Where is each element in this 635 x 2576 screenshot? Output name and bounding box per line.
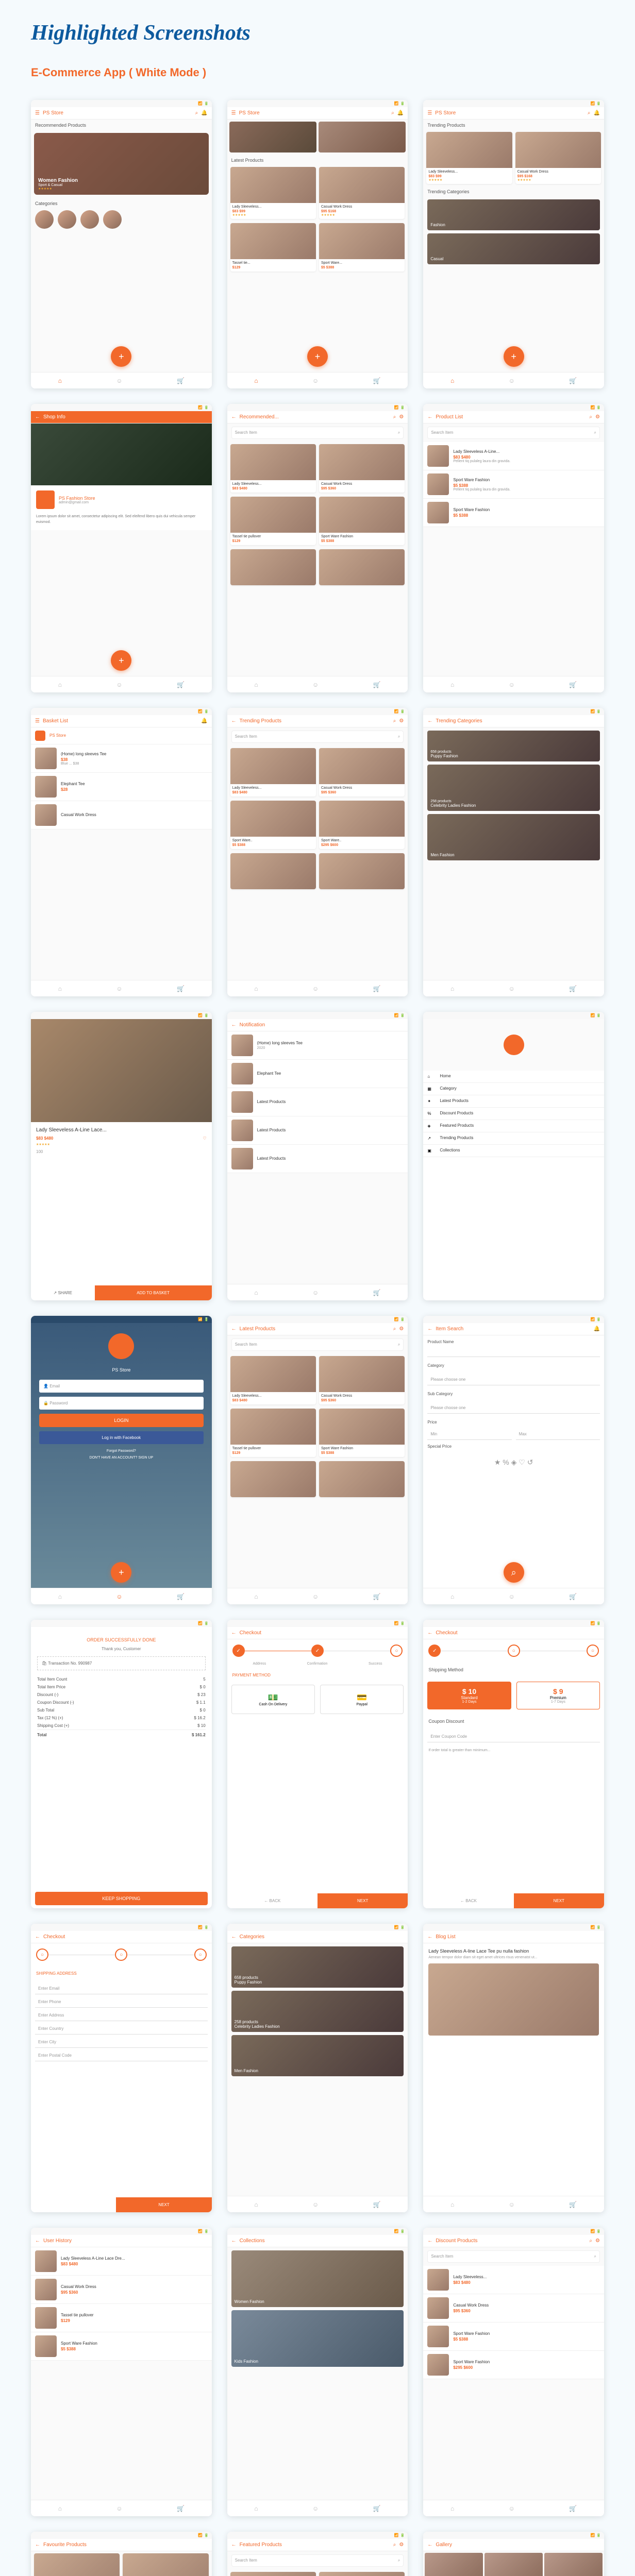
screen-trending: 📶🔋 ☰PS Store⌕🔔 Trending Products Lady Sl… (423, 100, 604, 388)
screen-latest: 📶🔋 ☰PS Store⌕🔔 Latest Products Lady Slee… (227, 100, 408, 388)
search-input[interactable]: Search Item⌕ (231, 427, 404, 439)
keep-shopping-button[interactable]: KEEP SHOPPING (35, 1892, 208, 1905)
app-bar: ☰ PS Store ⌕ 🔔 (31, 107, 212, 120)
menu-icon[interactable]: ☰ (35, 110, 40, 116)
fab[interactable]: + (111, 346, 131, 367)
screen-checkout-ship: 📶🔋 ←Checkout ✓○○ Shipping Method $ 10Sta… (423, 1620, 604, 1908)
search-icon[interactable]: ⌕ (195, 110, 198, 116)
nav-bar: ⌂☺🛒 (31, 372, 212, 388)
screen-collections: 📶🔋 ←Collections Women Fashion Kids Fashi… (227, 2228, 408, 2516)
screen-product-list: 📶🔋 ←Product List⌕⚙ Search Item⌕ Lady Sle… (423, 404, 604, 692)
email-field[interactable]: 👤 Email (39, 1380, 204, 1393)
screen-recommended: 📶🔋 ←Recommended...⌕⚙ Search Item⌕ Lady S… (227, 404, 408, 692)
screen-discount: 📶🔋 ←Discount Products⌕⚙ Search Item⌕ Lad… (423, 2228, 604, 2516)
fab[interactable]: + (307, 346, 328, 367)
screen-drawer: 📶🔋 ⌂Home ▦Category ✦Latest Products %Dis… (423, 1012, 604, 1300)
screen-history: 📶🔋 ←User History Lady Sleeveless A-Line … (31, 2228, 212, 2516)
screen-home: 📶🔋 ☰ PS Store ⌕ 🔔 Recommended Products W… (31, 100, 212, 388)
screen-gallery: 📶🔋 ←Gallery ⌂☺🛒 (423, 2532, 604, 2576)
login-button[interactable]: LOGIN (39, 1414, 204, 1427)
screen-blog: 📶🔋 ←Blog List Lady Sleeveless A-line Lac… (423, 1924, 604, 2212)
sub-title: E-Commerce App ( White Mode ) (0, 56, 635, 95)
fab[interactable]: + (504, 346, 524, 367)
screen-fav: 📶🔋 ←Favourite Products Lady Sleeveless..… (31, 2532, 212, 2576)
screenshot-grid: 📶🔋 ☰ PS Store ⌕ 🔔 Recommended Products W… (0, 95, 635, 2576)
search-input[interactable]: Search Item⌕ (427, 427, 600, 439)
screen-trending-cat: 📶🔋 ←Trending Categories 658 productsPupp… (423, 708, 604, 996)
main-title: Highlighted Screenshots (0, 0, 635, 56)
screen-checkout-addr: 📶🔋 ←Checkout ○○○ SHIPPING ADDRESS Enter … (31, 1924, 212, 2212)
screen-detail: 📶🔋 Lady Sleeveless A-Line Lace... $83 $4… (31, 1012, 212, 1300)
screen-login: 📶🔋 PS Store 👤 Email 🔒 Password LOGIN Log… (31, 1316, 212, 1604)
screen-categories: 📶🔋 ←Categories 658 productsPuppy Fashion… (227, 1924, 408, 2212)
screen-featured: 📶🔋 ←Featured Products⌕⚙ Search Item⌕ Lad… (227, 2532, 408, 2576)
hero-banner[interactable]: Women FashionSport & Casual★★★★★ (34, 133, 209, 195)
screen-shop-info: 📶🔋 ←Shop Info PS Fashion Storeadmin@gmai… (31, 404, 212, 692)
screen-checkout-pay: 📶🔋 ←Checkout ✓✓○ AddressConfirmationSucc… (227, 1620, 408, 1908)
screen-search: 📶🔋 ←Item Search🔔 Product Name Category P… (423, 1316, 604, 1604)
password-field[interactable]: 🔒 Password (39, 1397, 204, 1410)
add-basket-button[interactable]: ADD TO BASKET (95, 1285, 212, 1300)
screen-trending-prod: 📶🔋 ←Trending Products⌕⚙ Search Item⌕ Lad… (227, 708, 408, 996)
screen-basket: 📶🔋 ☰Basket List🔔 PS Store (Home) long sl… (31, 708, 212, 996)
bell-icon[interactable]: 🔔 (201, 110, 207, 116)
screen-order-done: 📶🔋 ORDER SUCCESSFULLY DONE Thank you, Cu… (31, 1620, 212, 1908)
fb-login-button[interactable]: Log in with Facebook (39, 1431, 204, 1444)
screen-latest-prod: 📶🔋 ←Latest Products⌕⚙ Search Item⌕ Lady … (227, 1316, 408, 1604)
screen-notification: 📶🔋 ←Notification (Home) long sleeves Tee… (227, 1012, 408, 1300)
